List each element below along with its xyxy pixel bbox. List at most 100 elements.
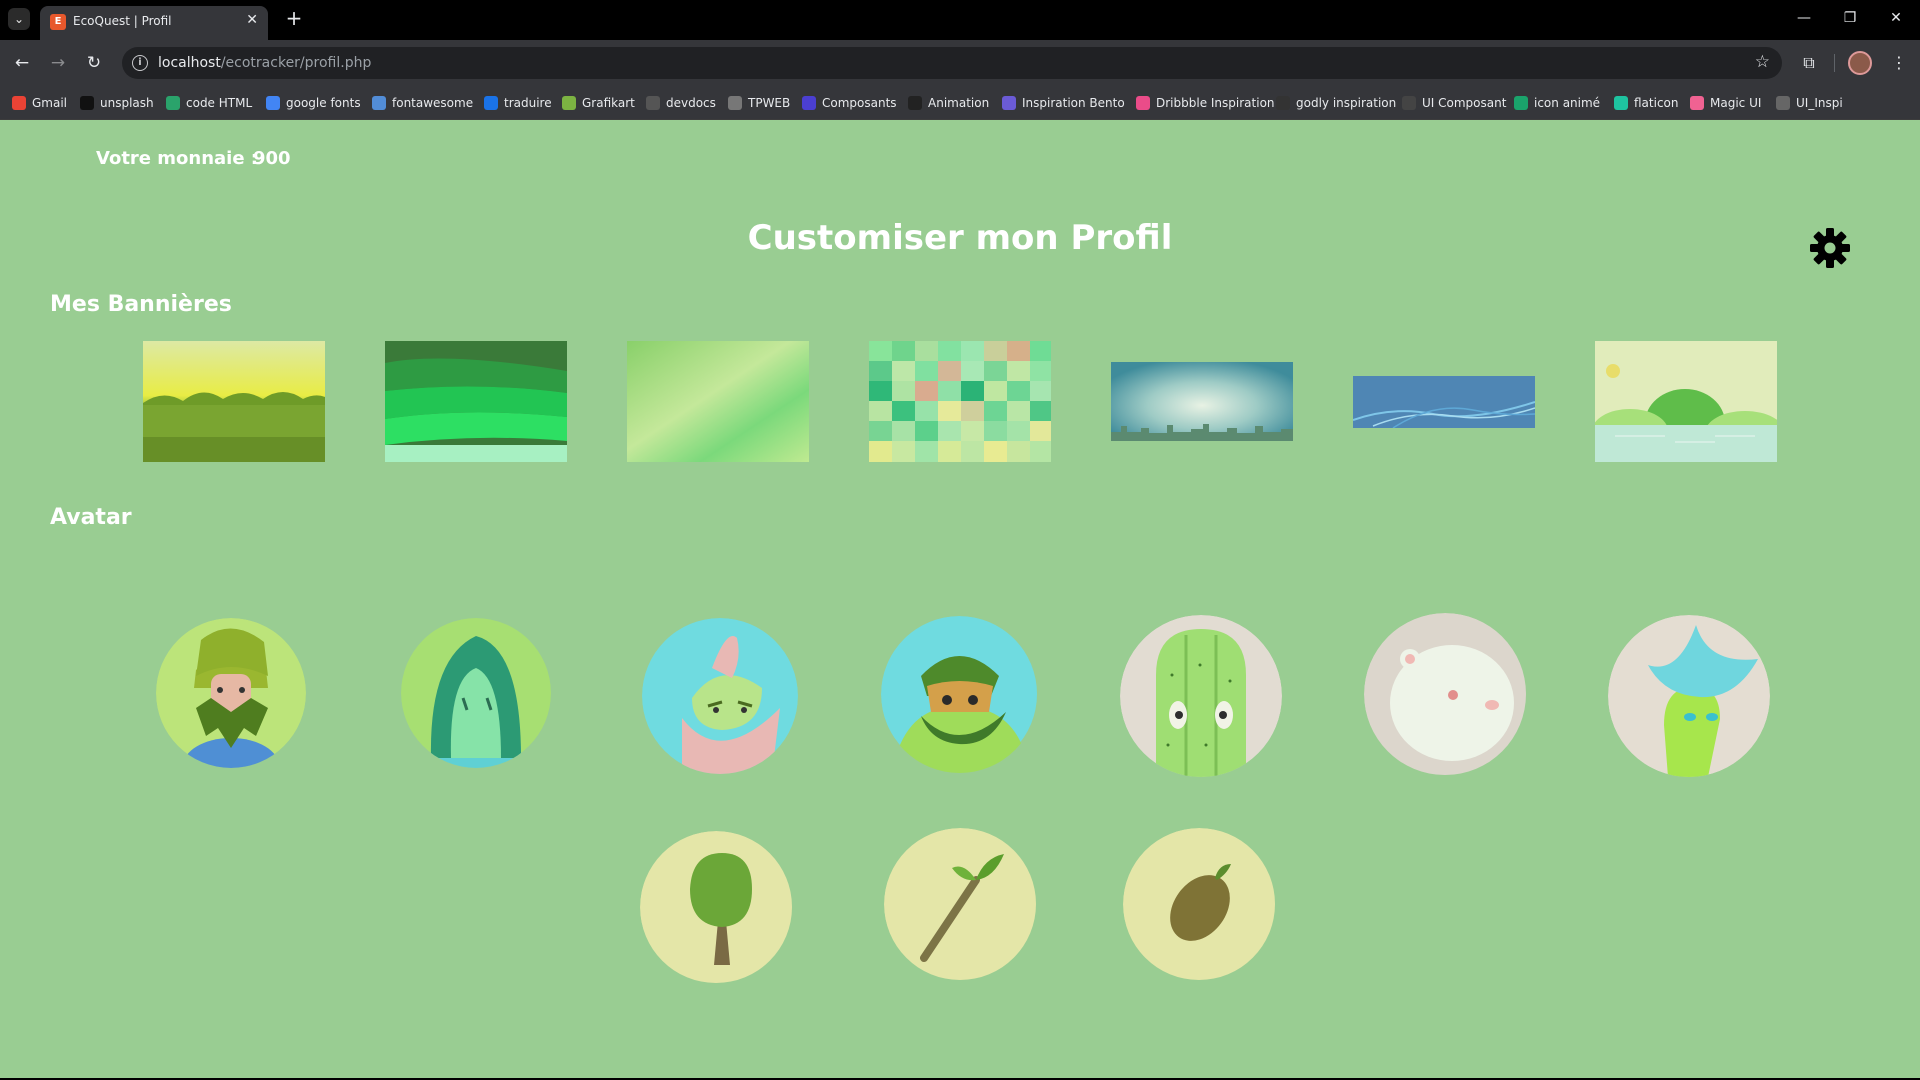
forward-arrow-icon[interactable]: → <box>44 49 72 77</box>
bookmark-label: google fonts <box>286 96 361 110</box>
avatar-leaf-crest-creature[interactable] <box>1608 615 1770 777</box>
bookmark-item[interactable]: Grafikart <box>562 94 635 112</box>
avatar-pink-leaf-creature[interactable] <box>642 618 798 774</box>
bookmark-item[interactable]: code HTML <box>166 94 252 112</box>
avatar-tree[interactable] <box>640 831 793 984</box>
back-arrow-icon[interactable]: ← <box>8 49 36 77</box>
bookmark-label: traduire <box>504 96 552 110</box>
dribbble-icon <box>1136 96 1150 110</box>
avatars-section-title: Avatar <box>50 505 132 530</box>
avatar-hooded-hunter[interactable] <box>881 616 1038 773</box>
bookmark-label: unsplash <box>100 96 154 110</box>
browser-tab-active[interactable]: E EcoQuest | Profil ✕ <box>40 6 268 40</box>
avatar-cactus[interactable] <box>1120 615 1282 777</box>
site-info-icon[interactable]: i <box>132 55 148 71</box>
site-favicon-icon: E <box>50 14 66 30</box>
avatar-polar-bear[interactable] <box>1364 613 1527 776</box>
extensions-puzzle-icon[interactable]: ⧉ <box>1796 50 1822 76</box>
bookmark-label: Inspiration Bento <box>1022 96 1125 110</box>
bookmark-label: Magic UI <box>1710 96 1762 110</box>
bookmark-label: Grafikart <box>582 96 635 110</box>
new-tab-icon[interactable]: + <box>282 6 306 30</box>
avatar-sprout[interactable] <box>884 828 1037 981</box>
bookmark-item[interactable]: TPWEB <box>728 94 790 112</box>
close-window-icon[interactable]: ✕ <box>1876 6 1916 30</box>
bookmark-label: godly inspiration <box>1296 96 1397 110</box>
bookmark-item[interactable]: devdocs <box>646 94 716 112</box>
translate-icon <box>484 96 498 110</box>
bookmarks-bar: Gmail unsplash code HTML google fonts fontaw… <box>0 86 1920 120</box>
restore-window-icon[interactable]: ❐ <box>1830 6 1870 30</box>
bookmark-label: icon animé <box>1534 96 1601 110</box>
address-url[interactable]: localhost/ecotracker/profil.php <box>158 55 371 71</box>
bookmark-item[interactable]: fontawesome <box>372 94 473 112</box>
gmail-icon <box>12 96 26 110</box>
bookmark-item[interactable]: UI_Inspi <box>1776 94 1843 112</box>
bookmark-item[interactable]: Magic UI <box>1690 94 1761 112</box>
toolbar-divider <box>1834 54 1835 72</box>
reload-icon[interactable]: ↻ <box>80 49 108 77</box>
page-title: Customiser mon Profil <box>747 218 1173 258</box>
bookmark-label: UI Composant <box>1422 96 1507 110</box>
bookmark-item[interactable]: Gmail <box>12 94 67 112</box>
banner-green-gradient[interactable] <box>627 341 809 462</box>
bookmark-item[interactable]: Composants <box>802 94 897 112</box>
bento-icon <box>1002 96 1016 110</box>
browser-profile-avatar[interactable] <box>1848 51 1872 75</box>
bookmark-star-icon[interactable]: ☆ <box>1755 52 1770 72</box>
bookmark-item[interactable]: Dribbble Inspiration <box>1136 94 1275 112</box>
bookmark-item[interactable]: Animation <box>908 94 989 112</box>
crown-icon <box>1514 96 1528 110</box>
settings-gear-icon[interactable] <box>1808 226 1852 270</box>
bookmark-item[interactable]: UI Composant <box>1402 94 1506 112</box>
minimize-window-icon[interactable]: — <box>1784 6 1824 30</box>
tab-title: EcoQuest | Profil <box>73 14 172 28</box>
banner-blue-waves[interactable] <box>1353 376 1535 428</box>
banner-green-waves[interactable] <box>385 341 567 462</box>
banners-section-title: Mes Bannières <box>50 292 232 317</box>
avatar-bearded-gnome[interactable] <box>156 618 306 768</box>
tab-search-chevron-icon[interactable]: ⌄ <box>8 8 30 30</box>
browser-menu-icon[interactable]: ⋮ <box>1886 50 1912 76</box>
google-fonts-icon <box>266 96 280 110</box>
bookmark-label: flaticon <box>1634 96 1679 110</box>
avatar-teal-hood[interactable] <box>401 618 551 768</box>
bookmark-label: Animation <box>928 96 990 110</box>
magic-icon <box>1690 96 1704 110</box>
banner-green-mosaic[interactable] <box>869 341 1051 462</box>
profile-page: Votre monnaie : 900 Customiser mon Profi… <box>0 120 1920 1078</box>
browser-tab-bar: ⌄ E EcoQuest | Profil ✕ + — ❐ ✕ <box>0 0 1920 40</box>
bookmark-label: TPWEB <box>748 96 791 110</box>
banner-green-hills-lake[interactable] <box>1595 341 1777 462</box>
bookmark-label: UI_Inspi <box>1796 96 1843 110</box>
globe-icon <box>1402 96 1416 110</box>
bookmark-item[interactable]: flaticon <box>1614 94 1679 112</box>
currency-value: 900 <box>253 148 291 169</box>
bookmark-item[interactable]: google fonts <box>266 94 361 112</box>
grafikart-icon <box>562 96 576 110</box>
browser-toolbar: ← → ↻ i localhost/ecotracker/profil.php … <box>0 40 1920 86</box>
flag-icon <box>372 96 386 110</box>
bookmark-item[interactable]: icon animé <box>1514 94 1600 112</box>
w-icon <box>166 96 180 110</box>
bookmark-item[interactable]: traduire <box>484 94 552 112</box>
bookmark-label: Gmail <box>32 96 68 110</box>
bookmark-label: devdocs <box>666 96 716 110</box>
bookmark-item[interactable]: Inspiration Bento <box>1002 94 1125 112</box>
bookmark-item[interactable]: godly inspiration <box>1276 94 1396 112</box>
ui-icon <box>802 96 816 110</box>
address-bar[interactable]: i localhost/ecotracker/profil.php ☆ <box>122 47 1782 79</box>
bookmark-label: code HTML <box>186 96 253 110</box>
bookmark-item[interactable]: unsplash <box>80 94 154 112</box>
banner-forest-sunrise[interactable] <box>143 341 325 462</box>
folder-icon <box>1776 96 1790 110</box>
animation-icon <box>908 96 922 110</box>
currency-label: Votre monnaie : <box>96 148 259 169</box>
tab-close-icon[interactable]: ✕ <box>246 12 258 28</box>
banner-city-skyline[interactable] <box>1111 362 1293 441</box>
avatar-seed[interactable] <box>1123 828 1276 981</box>
search-doc-icon <box>646 96 660 110</box>
bolt-icon <box>1276 96 1290 110</box>
unsplash-icon <box>80 96 94 110</box>
bookmark-label: fontawesome <box>392 96 474 110</box>
